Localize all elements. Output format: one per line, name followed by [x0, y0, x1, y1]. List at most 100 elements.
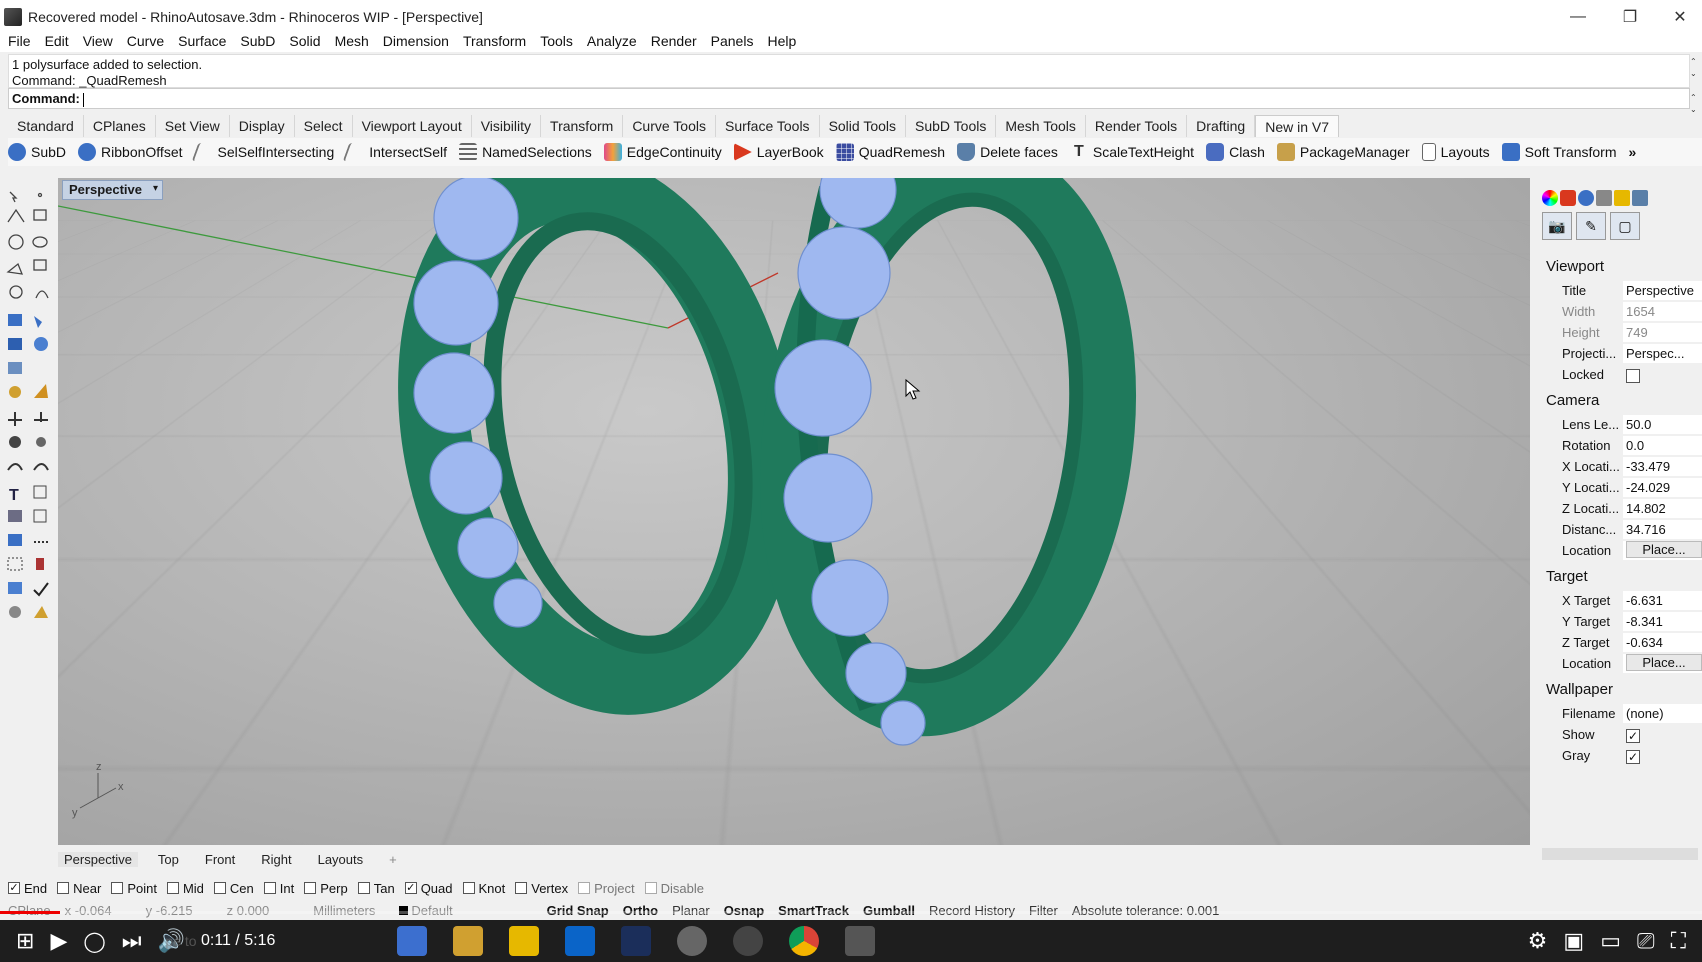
- file-explorer-icon[interactable]: [508, 926, 539, 956]
- menu-surface[interactable]: Surface: [178, 33, 226, 49]
- osnap-near[interactable]: Near: [57, 881, 101, 896]
- checkbox-icon[interactable]: [515, 882, 528, 894]
- checkbox-icon[interactable]: [578, 882, 591, 894]
- tab-standard[interactable]: Standard: [8, 115, 84, 137]
- theater-mode-icon[interactable]: ▭: [1600, 928, 1621, 954]
- checkbox-icon[interactable]: [462, 882, 475, 894]
- status-planar[interactable]: Planar: [672, 903, 710, 918]
- app-taskbar-icon[interactable]: [732, 926, 763, 956]
- settings-gear-icon[interactable]: ⚙: [1528, 928, 1548, 954]
- rhino-wip-icon[interactable]: [844, 926, 875, 956]
- osnap-int[interactable]: Int: [263, 881, 294, 896]
- tab-solid-tools[interactable]: Solid Tools: [820, 115, 907, 137]
- locked-checkbox[interactable]: [1626, 368, 1640, 383]
- tool-soft-transform[interactable]: Soft Transform: [1501, 143, 1616, 161]
- status-gumball[interactable]: Gumball: [863, 903, 915, 918]
- tab-viewport-layout[interactable]: Viewport Layout: [353, 115, 472, 137]
- chevron-down-icon[interactable]: ▾: [153, 183, 158, 194]
- checkbox-icon[interactable]: [263, 882, 276, 894]
- tab-cplanes[interactable]: CPlanes: [84, 115, 156, 137]
- tab-curve-tools[interactable]: Curve Tools: [623, 115, 716, 137]
- tab-display[interactable]: Display: [230, 115, 295, 137]
- camera-icon[interactable]: 📷: [1542, 212, 1572, 240]
- photoshop-icon[interactable]: [620, 926, 651, 956]
- menu-file[interactable]: File: [8, 33, 31, 49]
- mail-icon[interactable]: [564, 926, 595, 956]
- checkbox-icon[interactable]: [304, 882, 317, 894]
- toolbar-overflow-button[interactable]: »: [1628, 144, 1636, 160]
- store-icon[interactable]: [452, 926, 483, 956]
- menu-render[interactable]: Render: [651, 33, 697, 49]
- menu-mesh[interactable]: Mesh: [335, 33, 369, 49]
- tab-render-tools[interactable]: Render Tools: [1086, 115, 1188, 137]
- menu-view[interactable]: View: [83, 33, 113, 49]
- viewport-frame-icon[interactable]: ▢: [1610, 212, 1640, 240]
- menu-transform[interactable]: Transform: [463, 33, 526, 49]
- folder-icon[interactable]: [1614, 190, 1630, 206]
- osnap-cen[interactable]: Cen: [213, 881, 254, 896]
- command-line[interactable]: Command:: [8, 88, 1690, 109]
- panel-horizontal-scrollbar[interactable]: [1542, 848, 1698, 860]
- checkbox-checked-icon[interactable]: ✓: [8, 882, 20, 894]
- layers-icon[interactable]: [1560, 190, 1576, 206]
- vp-tab-front[interactable]: Front: [199, 852, 241, 867]
- osnap-project[interactable]: Project: [578, 881, 635, 896]
- tool-sel-self-intersecting[interactable]: SelSelfIntersecting: [191, 143, 334, 161]
- menu-curve[interactable]: Curve: [127, 33, 164, 49]
- tab-select[interactable]: Select: [295, 115, 353, 137]
- osnap-mid[interactable]: Mid: [166, 881, 204, 896]
- tool-quad-remesh[interactable]: QuadRemesh: [835, 143, 945, 161]
- tab-new-in-v7[interactable]: New in V7: [1255, 115, 1340, 137]
- checkbox-checked-icon[interactable]: ✓: [404, 882, 417, 894]
- fullscreen-icon[interactable]: ⛶: [1671, 928, 1686, 954]
- checkbox-icon[interactable]: [57, 882, 70, 894]
- tab-mesh-tools[interactable]: Mesh Tools: [996, 115, 1086, 137]
- tool-intersect-self[interactable]: IntersectSelf: [342, 143, 447, 161]
- osnap-knot[interactable]: Knot: [462, 881, 505, 896]
- minimize-button[interactable]: —: [1552, 0, 1604, 34]
- color-wheel-icon[interactable]: [1542, 190, 1558, 206]
- tool-scale-text-height[interactable]: T ScaleTextHeight: [1070, 143, 1194, 161]
- checkbox-icon[interactable]: [357, 882, 370, 894]
- status-cplane[interactable]: CPlane: [8, 903, 51, 918]
- camera-place-button[interactable]: Place...: [1626, 541, 1702, 558]
- prop-title-value[interactable]: Perspective: [1623, 281, 1702, 300]
- checkbox-icon[interactable]: [111, 882, 124, 894]
- chrome-icon[interactable]: [788, 926, 819, 956]
- menu-help[interactable]: Help: [767, 33, 796, 49]
- materials-icon[interactable]: [1578, 190, 1594, 206]
- osnap-tan[interactable]: Tan: [357, 881, 395, 896]
- tool-package-manager[interactable]: PackageManager: [1276, 143, 1410, 161]
- osnap-quad[interactable]: ✓ Quad: [404, 881, 453, 896]
- cast-icon[interactable]: ⎚: [1637, 928, 1655, 954]
- menu-dimension[interactable]: Dimension: [383, 33, 449, 49]
- menu-tools[interactable]: Tools: [540, 33, 573, 49]
- command-scroll-arrows[interactable]: ⌃ ⌄ ⌃ ⌄: [1690, 56, 1700, 116]
- miniplayer-icon[interactable]: ▣: [1563, 928, 1584, 954]
- menu-analyze[interactable]: Analyze: [587, 33, 637, 49]
- vp-tab-right[interactable]: Right: [255, 852, 297, 867]
- tool-delete-faces[interactable]: Delete faces: [957, 143, 1058, 161]
- status-grid-snap[interactable]: Grid Snap: [547, 903, 609, 918]
- menu-edit[interactable]: Edit: [45, 33, 69, 49]
- tab-set-view[interactable]: Set View: [156, 115, 230, 137]
- tool-ribbon-offset[interactable]: RibbonOffset: [78, 143, 183, 161]
- tab-surface-tools[interactable]: Surface Tools: [716, 115, 820, 137]
- vp-tab-top[interactable]: Top: [152, 852, 185, 867]
- image-icon[interactable]: [1632, 190, 1648, 206]
- windows-start-icon[interactable]: ⊞: [16, 928, 34, 954]
- projection-dropdown[interactable]: Perspec...: [1623, 344, 1702, 363]
- left-tool-icons[interactable]: T: [0, 180, 56, 650]
- rhino-taskbar-icon[interactable]: [676, 926, 707, 956]
- perspective-viewport[interactable]: z x y Perspective ▾: [58, 178, 1530, 845]
- menu-subd[interactable]: SubD: [240, 33, 275, 49]
- edge-icon[interactable]: [396, 926, 427, 956]
- menu-solid[interactable]: Solid: [289, 33, 320, 49]
- cortana-icon[interactable]: ◯: [83, 929, 105, 954]
- pen-icon[interactable]: [1596, 190, 1612, 206]
- status-units[interactable]: Millimeters: [313, 903, 375, 918]
- osnap-end[interactable]: ✓ End: [8, 881, 47, 896]
- play-icon[interactable]: ▶: [50, 928, 67, 954]
- status-ortho[interactable]: Ortho: [623, 903, 658, 918]
- tab-transform[interactable]: Transform: [541, 115, 624, 137]
